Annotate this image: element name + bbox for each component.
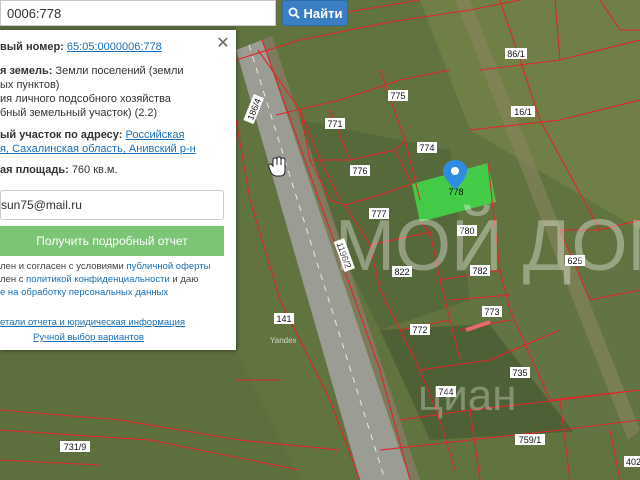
consent-text-1: лен и согласен с условиями <box>0 261 127 272</box>
permitted-use-line-1: ия личного подсобного хозяйства <box>0 93 171 105</box>
parcel-label: 773 <box>484 307 499 317</box>
personal-data-link[interactable]: е на обработку персональных данных <box>0 287 168 298</box>
consent-text-2: лен с <box>0 274 27 285</box>
parcel-label: 402 <box>626 457 640 467</box>
cadastral-number-link[interactable]: 65:05:0000006:778 <box>67 41 162 53</box>
close-icon[interactable]: ✕ <box>215 36 231 52</box>
parcel-label: 774 <box>419 143 434 153</box>
parcel-label: 776 <box>352 166 367 176</box>
watermark-text: циан <box>418 371 517 420</box>
address-link-2[interactable]: я, Сахалинская область, Анивский р-н <box>0 143 196 155</box>
email-field[interactable]: sun75@mail.ru <box>0 190 224 220</box>
land-category-label: я земель: <box>0 65 53 77</box>
address-link[interactable]: Российская <box>126 129 185 141</box>
parcel-label: 771 <box>327 119 342 129</box>
parcel-label: 16/1 <box>514 107 532 117</box>
watermark-text: МОЙ ДОМ <box>335 204 640 286</box>
permitted-use-line-2: бный земельный участок) (2.2) <box>0 107 158 119</box>
consent-text-3: и даю <box>169 274 199 285</box>
email-value: sun75@mail.ru <box>1 198 82 212</box>
parcel-label: 731/9 <box>64 442 87 452</box>
manual-selection-link[interactable]: Ручной выбор вариантов <box>33 332 144 343</box>
map-attribution: Yandex <box>270 336 297 345</box>
get-report-button[interactable]: Получить подробный отчет <box>0 226 224 256</box>
land-category-value-2: ых пунктов) <box>0 79 60 91</box>
parcel-label: 141 <box>276 314 291 324</box>
search-input[interactable] <box>1 1 275 25</box>
search-button[interactable]: Найти <box>282 0 348 26</box>
search-icon <box>288 7 300 19</box>
parcel-label: 86/1 <box>507 49 525 59</box>
public-offer-link[interactable]: публичной оферты <box>127 261 211 272</box>
parcel-info-panel: ✕ вый номер: 65:05:0000006:778 я земель:… <box>0 30 236 350</box>
area-label: ая площадь: <box>0 164 69 176</box>
area-value: 760 кв.м. <box>71 164 118 176</box>
parcel-label: 759/1 <box>519 435 542 445</box>
search-button-label: Найти <box>303 5 343 21</box>
search-field[interactable] <box>0 0 276 26</box>
address-label: ый участок по адресу: <box>0 129 123 141</box>
privacy-policy-link[interactable]: политикой конфиденциальности <box>26 274 170 285</box>
cadastral-number-label: вый номер: <box>0 41 64 53</box>
parcel-label: 775 <box>390 91 405 101</box>
parcel-label: 772 <box>412 325 427 335</box>
land-category-value: Земли поселений (земли <box>55 65 184 77</box>
report-details-link[interactable]: етали отчета и юридическая информация <box>0 317 185 328</box>
get-report-label: Получить подробный отчет <box>36 234 188 248</box>
